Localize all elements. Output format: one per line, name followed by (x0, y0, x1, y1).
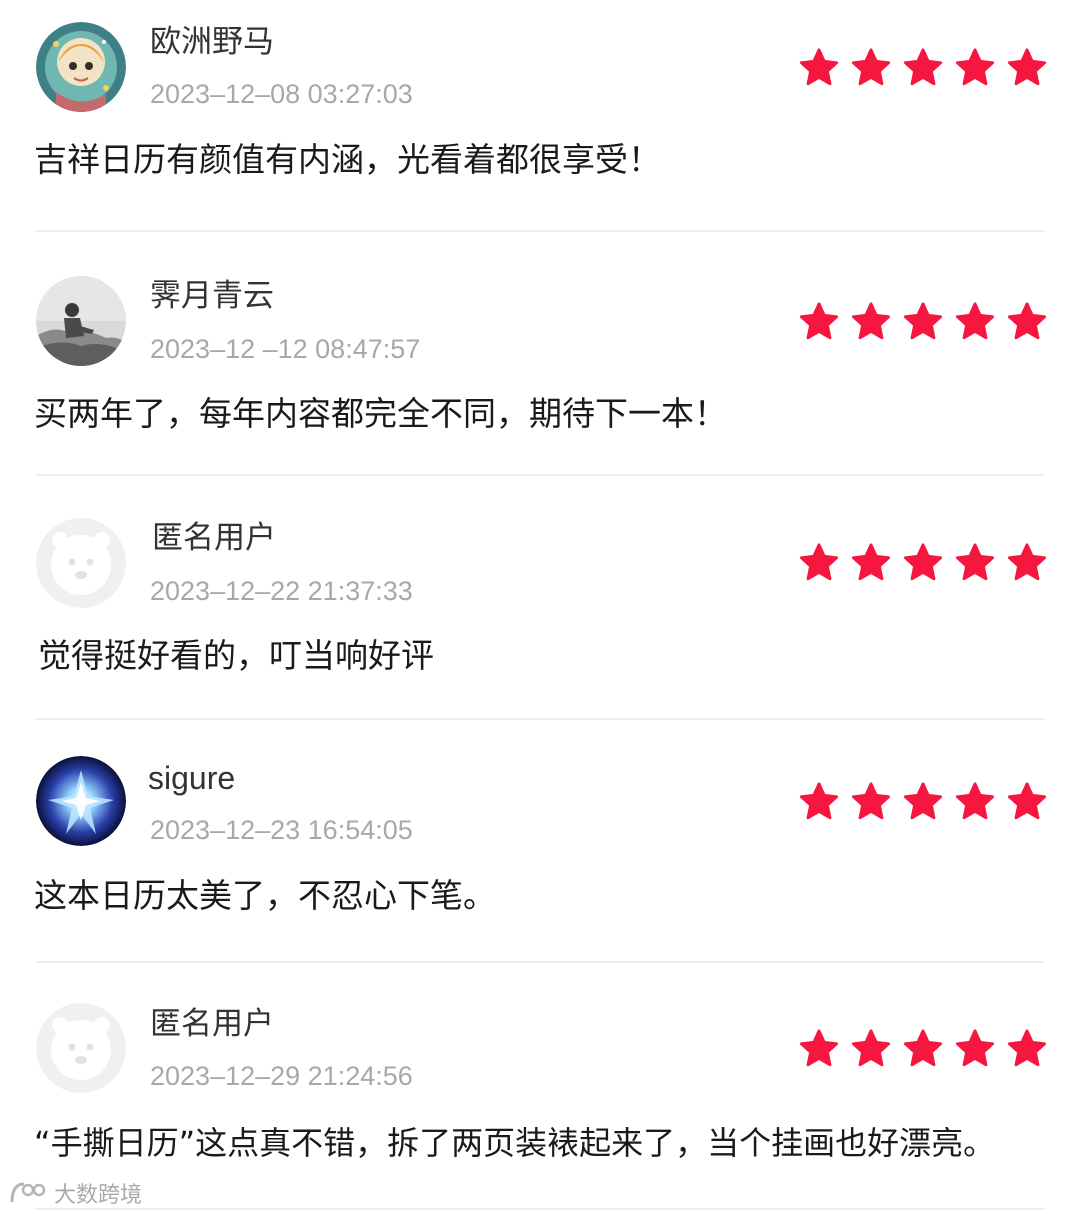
username: 匿名用户 (152, 520, 276, 556)
star-icon (799, 543, 839, 581)
default-avatar-icon[interactable] (36, 1003, 126, 1093)
star-icon (851, 48, 891, 86)
star-icon (799, 302, 839, 340)
review-timestamp: 2023–12–23 16:54:05 (150, 815, 413, 845)
watermark: 大数跨境 (8, 1176, 142, 1210)
star-icon (903, 543, 943, 581)
star-rating (798, 1028, 1048, 1072)
watermark-text: 大数跨境 (54, 1183, 143, 1208)
divider (36, 718, 1044, 720)
star-rating (798, 781, 1048, 825)
star-icon (1007, 543, 1047, 581)
star-icon (955, 48, 995, 86)
review-timestamp: 2023–12 –12 08:47:57 (150, 334, 421, 364)
star-icon (851, 782, 891, 820)
star-rating (798, 542, 1048, 586)
review-comment: 吉祥日历有颜值有内涵，光看着都很享受！ (34, 140, 661, 179)
star-icon (903, 782, 943, 820)
review-timestamp: 2023–12–29 21:24:56 (150, 1061, 413, 1091)
star-icon (955, 302, 995, 340)
star-icon (799, 1029, 839, 1067)
star-icon (799, 782, 839, 820)
star-icon (851, 543, 891, 581)
review-comment: 买两年了，每年内容都完全不同，期待下一本！ (34, 394, 727, 433)
star-icon (851, 1029, 891, 1067)
username: 欧洲野马 (150, 24, 274, 60)
star-icon (903, 1029, 943, 1067)
review-comment: 这本日历太美了，不忍心下笔。 (34, 876, 496, 915)
star-icon (1007, 48, 1047, 86)
star-icon (1007, 782, 1047, 820)
review-comment: 觉得挺好看的，叮当响好评 (38, 636, 434, 675)
star-rating (798, 47, 1048, 91)
username: sigure (148, 760, 236, 796)
astronaut-avatar-icon[interactable] (36, 22, 126, 112)
star-rating (798, 301, 1048, 345)
default-avatar-icon[interactable] (36, 518, 126, 608)
review-comment: “手撕日历”这点真不错，拆了两页装裱起来了，当个挂画也好漂亮。 (34, 1124, 996, 1162)
username: 霁月青云 (150, 278, 274, 314)
star-icon (1007, 302, 1047, 340)
review-timestamp: 2023–12–22 21:37:33 (150, 576, 413, 606)
star-icon (851, 302, 891, 340)
username: 匿名用户 (150, 1006, 274, 1042)
star-icon (955, 1029, 995, 1067)
star-icon (955, 543, 995, 581)
photo-avatar-icon[interactable] (36, 276, 126, 366)
divider (36, 474, 1044, 476)
crystal-avatar-icon[interactable] (36, 756, 126, 846)
watermark-logo-icon (10, 1182, 46, 1203)
divider (36, 1208, 1044, 1210)
star-icon (1007, 1029, 1047, 1067)
divider (36, 230, 1044, 232)
star-icon (903, 302, 943, 340)
review-timestamp: 2023–12–08 03:27:03 (150, 79, 413, 109)
divider (36, 961, 1044, 963)
star-icon (955, 782, 995, 820)
star-icon (903, 48, 943, 86)
star-icon (799, 48, 839, 86)
